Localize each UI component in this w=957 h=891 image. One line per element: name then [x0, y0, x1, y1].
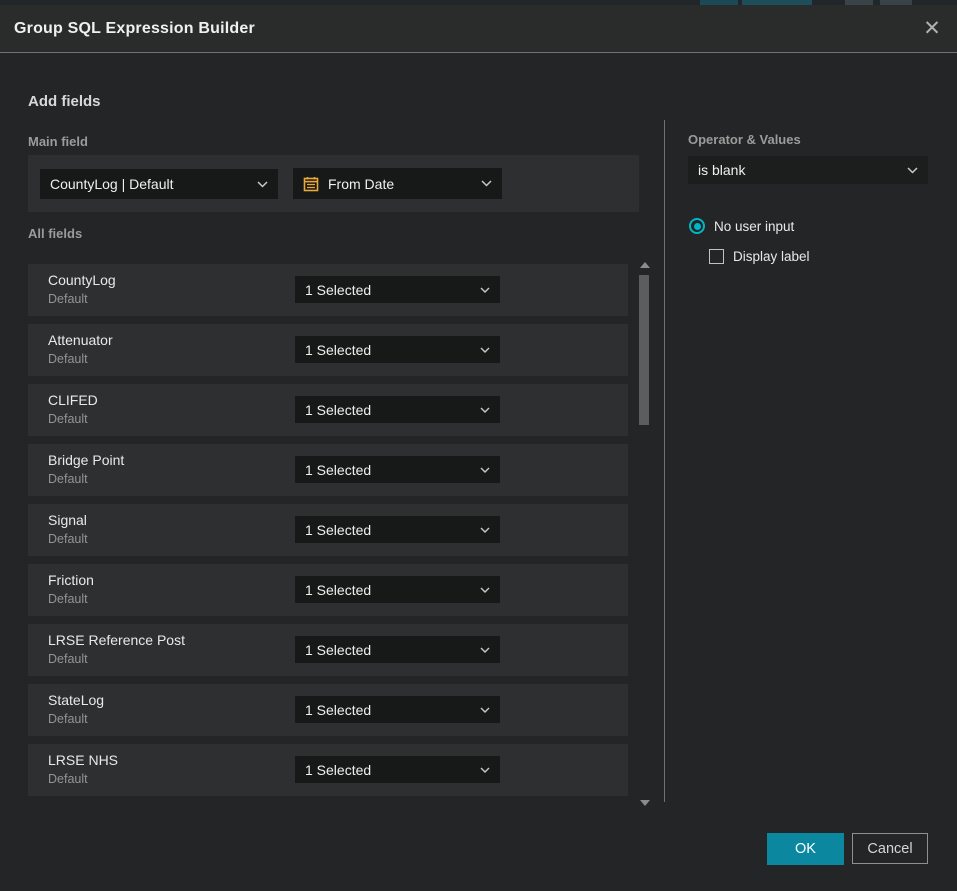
- chevron-down-icon: [480, 407, 490, 413]
- field-name: LRSE Reference Post: [48, 632, 185, 648]
- selection-value: 1 Selected: [305, 582, 371, 598]
- field-selection-dropdown[interactable]: 1 Selected: [295, 516, 500, 543]
- field-sublabel: Default: [48, 472, 88, 486]
- scroll-down-icon[interactable]: [640, 800, 650, 806]
- selection-value: 1 Selected: [305, 342, 371, 358]
- checkbox-label: Display label: [733, 249, 810, 264]
- all-fields-label: All fields: [28, 226, 82, 241]
- field-row: CLIFED Default 1 Selected: [28, 384, 628, 436]
- field-selection-dropdown[interactable]: 1 Selected: [295, 456, 500, 483]
- field-sublabel: Default: [48, 652, 88, 666]
- field-sublabel: Default: [48, 712, 88, 726]
- operator-select[interactable]: is blank: [688, 156, 928, 184]
- operator-values-label: Operator & Values: [688, 132, 801, 147]
- field-sublabel: Default: [48, 352, 88, 366]
- chevron-down-icon: [907, 167, 918, 174]
- field-sublabel: Default: [48, 772, 88, 786]
- list-scrollbar[interactable]: [637, 258, 652, 810]
- field-sublabel: Default: [48, 292, 88, 306]
- field-name: Friction: [48, 572, 94, 588]
- field-selection-dropdown[interactable]: 1 Selected: [295, 696, 500, 723]
- field-selection-dropdown[interactable]: 1 Selected: [295, 636, 500, 663]
- cancel-button[interactable]: Cancel: [852, 833, 928, 864]
- operator-select-value: is blank: [698, 162, 745, 178]
- dialog-header: Group SQL Expression Builder ✕: [0, 5, 957, 53]
- selection-value: 1 Selected: [305, 762, 371, 778]
- ok-button[interactable]: OK: [767, 833, 844, 865]
- field-row: LRSE NHS Default 1 Selected: [28, 744, 628, 796]
- vertical-divider: [664, 120, 665, 802]
- selection-value: 1 Selected: [305, 462, 371, 478]
- dialog-title: Group SQL Expression Builder: [14, 20, 255, 38]
- chevron-down-icon: [480, 467, 490, 473]
- radio-label: No user input: [714, 219, 794, 234]
- selection-value: 1 Selected: [305, 702, 371, 718]
- main-field-field-select[interactable]: From Date: [293, 168, 502, 199]
- group-sql-expression-builder-dialog: Group SQL Expression Builder ✕ Add field…: [0, 5, 957, 891]
- chevron-down-icon: [480, 527, 490, 533]
- radio-icon: [689, 218, 705, 234]
- chevron-down-icon: [481, 180, 492, 187]
- field-row: CountyLog Default 1 Selected: [28, 264, 628, 316]
- field-selection-dropdown[interactable]: 1 Selected: [295, 576, 500, 603]
- field-name: StateLog: [48, 692, 104, 708]
- checkbox-icon: [709, 249, 724, 264]
- field-name: CountyLog: [48, 272, 116, 288]
- field-name: Signal: [48, 512, 87, 528]
- scroll-up-icon[interactable]: [640, 262, 650, 268]
- field-name: CLIFED: [48, 392, 98, 408]
- field-row: Attenuator Default 1 Selected: [28, 324, 628, 376]
- chevron-down-icon: [480, 647, 490, 653]
- all-fields-list: CountyLog Default 1 Selected Attenuator …: [28, 264, 628, 804]
- field-sublabel: Default: [48, 412, 88, 426]
- field-selection-dropdown[interactable]: 1 Selected: [295, 276, 500, 303]
- scrollbar-thumb[interactable]: [639, 275, 649, 425]
- layer-select-value: CountyLog | Default: [50, 176, 174, 192]
- field-row: Signal Default 1 Selected: [28, 504, 628, 556]
- field-name: Attenuator: [48, 332, 113, 348]
- close-icon[interactable]: ✕: [920, 17, 944, 41]
- selection-value: 1 Selected: [305, 282, 371, 298]
- field-selection-dropdown[interactable]: 1 Selected: [295, 756, 500, 783]
- field-name: LRSE NHS: [48, 752, 118, 768]
- main-field-panel: CountyLog | Default From Date: [28, 155, 639, 212]
- field-sublabel: Default: [48, 532, 88, 546]
- display-label-checkbox[interactable]: Display label: [709, 249, 810, 264]
- selection-value: 1 Selected: [305, 522, 371, 538]
- chevron-down-icon: [480, 347, 490, 353]
- main-field-label: Main field: [28, 134, 88, 149]
- field-name: Bridge Point: [48, 452, 124, 468]
- field-row: LRSE Reference Post Default 1 Selected: [28, 624, 628, 676]
- field-row: Bridge Point Default 1 Selected: [28, 444, 628, 496]
- main-field-layer-select[interactable]: CountyLog | Default: [40, 169, 278, 199]
- chevron-down-icon: [480, 287, 490, 293]
- field-selection-dropdown[interactable]: 1 Selected: [295, 396, 500, 423]
- calendar-icon: [303, 176, 319, 192]
- selection-value: 1 Selected: [305, 402, 371, 418]
- chevron-down-icon: [480, 707, 490, 713]
- chevron-down-icon: [257, 181, 268, 188]
- add-fields-heading: Add fields: [28, 93, 101, 110]
- field-select-value: From Date: [328, 176, 394, 192]
- selection-value: 1 Selected: [305, 642, 371, 658]
- field-sublabel: Default: [48, 592, 88, 606]
- chevron-down-icon: [480, 767, 490, 773]
- field-selection-dropdown[interactable]: 1 Selected: [295, 336, 500, 363]
- field-row: Friction Default 1 Selected: [28, 564, 628, 616]
- no-user-input-radio[interactable]: No user input: [689, 218, 794, 234]
- field-row: StateLog Default 1 Selected: [28, 684, 628, 736]
- chevron-down-icon: [480, 587, 490, 593]
